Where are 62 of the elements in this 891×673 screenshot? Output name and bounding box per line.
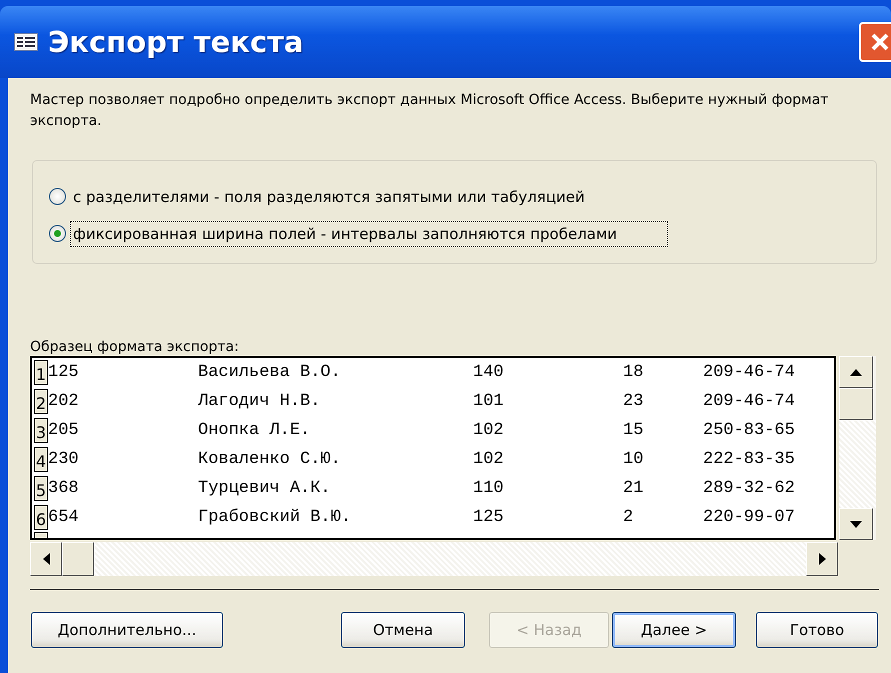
radio-button[interactable] (49, 225, 66, 242)
table-cell-text: 15 (623, 421, 644, 440)
radio-button[interactable] (49, 188, 66, 205)
table-cell-text: 21 (623, 479, 644, 498)
table-cell: 209-46-74 (703, 363, 795, 382)
table-cell-text: 654 (48, 508, 80, 527)
scroll-up-button[interactable] (839, 356, 873, 388)
sample-label: Образец формата экспорта: (30, 339, 240, 356)
table-cell-text: 140 (473, 363, 505, 382)
scroll-right-button[interactable] (806, 542, 838, 576)
close-button[interactable] (859, 22, 891, 62)
horizontal-scrollbar[interactable] (30, 542, 838, 576)
row-number: 6 (34, 505, 48, 530)
table-cell-text: Лагодич Н.В. (198, 392, 322, 411)
table-cell-text: Турцевич А.К. (198, 479, 332, 498)
table-cell: 289-32-62 (703, 479, 795, 498)
table-cell-text: 102 (473, 421, 505, 440)
window-title: Экспорт текста (48, 25, 304, 59)
table-cell-text: 18 (623, 363, 644, 382)
table-cell-text: 205 (48, 421, 80, 440)
table-cell-text: 230 (48, 450, 80, 469)
scroll-thumb[interactable] (62, 542, 94, 576)
table-cell-text: 368 (48, 479, 80, 498)
scroll-thumb[interactable] (839, 388, 873, 420)
vertical-scrollbar[interactable] (839, 356, 876, 540)
table-cell: 209-46-74 (703, 392, 795, 411)
table-cell-text: 102 (473, 450, 505, 469)
up-arrow-icon (850, 368, 862, 376)
table-cell: 222-83-35 (703, 450, 795, 469)
row-number: 3 (34, 418, 48, 443)
table-cell-text: Онопка Л.Е. (198, 421, 312, 440)
table-cell: 250-83-65 (703, 421, 795, 440)
form-icon (14, 33, 38, 51)
table-cell-text: Грабовский В.Ю. (198, 508, 352, 527)
right-arrow-icon (818, 553, 826, 565)
dialog-button[interactable]: Дополнительно... (31, 612, 223, 648)
table-cell-text: 202 (48, 392, 80, 411)
row-number: 1 (34, 360, 48, 385)
table-cell-text: 110 (473, 479, 505, 498)
table-cell-text: 125 (48, 363, 80, 382)
dialog-button[interactable]: Далее > (612, 612, 736, 648)
table-cell-text: Васильева В.О. (198, 363, 342, 382)
scroll-down-button[interactable] (839, 508, 873, 540)
table-cell-text: Коваленко С.Ю. (198, 450, 342, 469)
left-arrow-icon (42, 553, 50, 565)
description-text: Мастер позволяет подробно определить экспорт данных Microsoft Office Access. Выберите нужный формат экспорта. (30, 91, 830, 131)
row-number: 2 (34, 389, 48, 414)
row-number: 5 (34, 476, 48, 501)
radio-label[interactable]: с разделителями - поля разделяются запятыми или табуляцией (70, 184, 588, 210)
scroll-left-button[interactable] (30, 542, 62, 576)
radio-label[interactable]: фиксированная ширина полей - интервалы заполняются пробелами (70, 220, 668, 246)
close-icon (869, 31, 891, 53)
table-cell-text: 23 (623, 392, 644, 411)
table-cell: 220-99-07 (703, 508, 795, 527)
down-arrow-icon (850, 520, 862, 528)
table-cell-text: 10 (623, 450, 644, 469)
row-number: 4 (34, 447, 48, 472)
table-cell-text: 2 (623, 508, 634, 527)
dialog-button[interactable]: Отмена (341, 612, 465, 648)
dialog-button[interactable]: Готово (756, 612, 878, 648)
table-cell-text: 125 (473, 508, 505, 527)
table-cell-text: 101 (473, 392, 505, 411)
